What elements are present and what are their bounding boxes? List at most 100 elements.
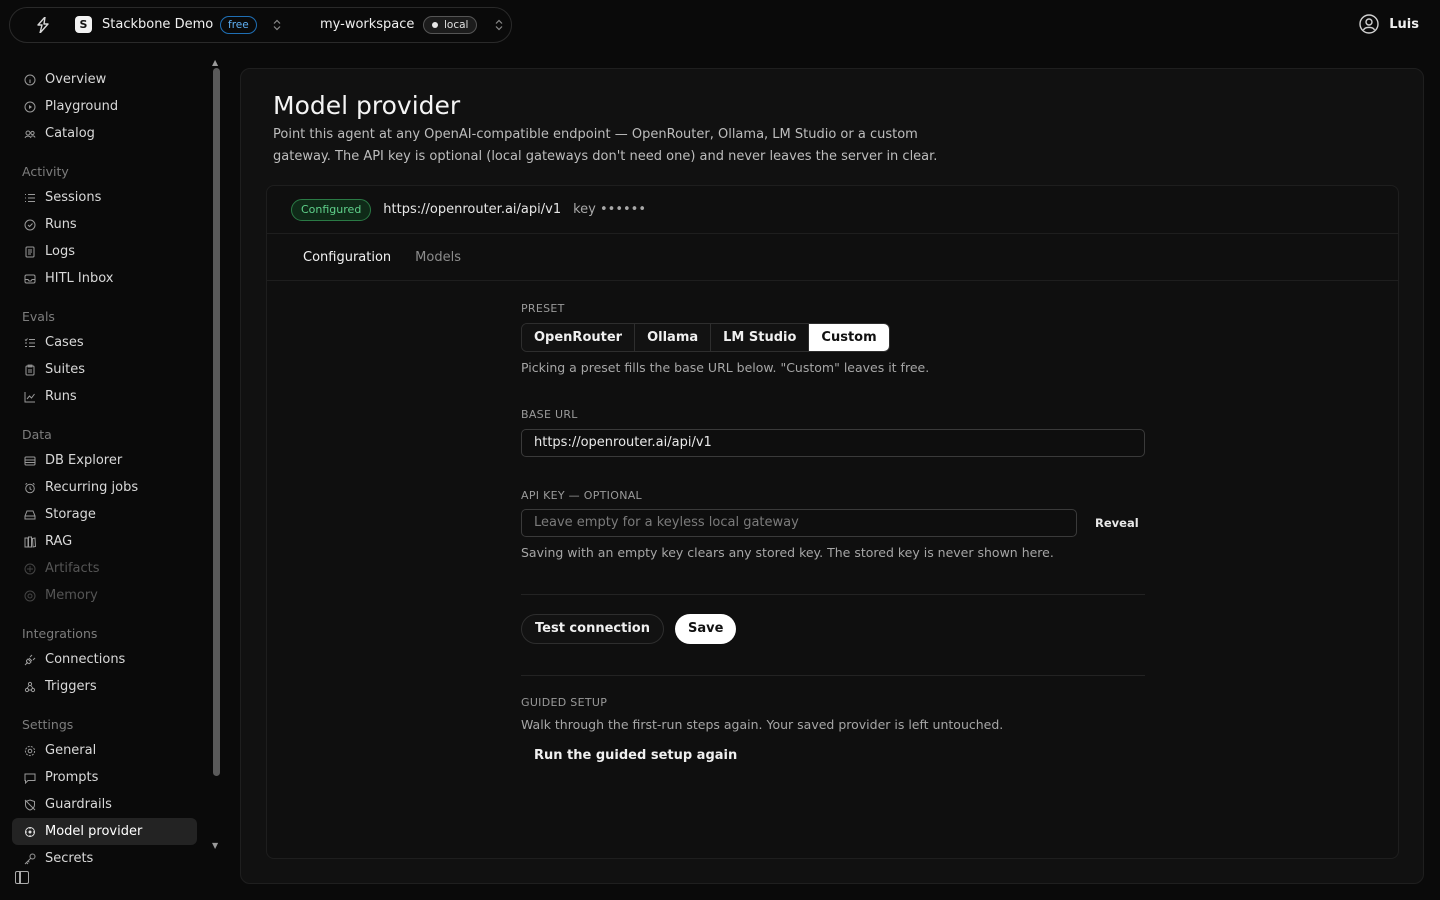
inbox-icon [24, 273, 36, 285]
sidebar-item-label: Connections [45, 652, 126, 667]
nav-section-data: Data DB Explorer Recurring jobs Storage … [12, 424, 202, 609]
nav-section-evals: Evals Cases Suites Runs [12, 306, 202, 410]
list-icon [24, 192, 36, 204]
plan-badge: free [220, 16, 257, 34]
preset-label: PRESET [521, 302, 565, 315]
sidebar-item-triggers[interactable]: Triggers [12, 673, 197, 700]
save-button[interactable]: Save [674, 614, 737, 644]
sidebar-item-label: Recurring jobs [45, 480, 139, 495]
file-text-icon [24, 246, 36, 258]
nav-section-activity: Activity Sessions Runs Logs HITL Inbox [12, 161, 202, 292]
workspace-switcher-chevron-icon[interactable] [494, 19, 504, 31]
sidebar-item-prompts[interactable]: Prompts [12, 764, 197, 791]
sidebar-item-sessions[interactable]: Sessions [12, 184, 197, 211]
sidebar-item-guardrails[interactable]: Guardrails [12, 791, 197, 818]
sidebar-item-suites[interactable]: Suites [12, 356, 197, 383]
nav-section-integrations: Integrations Connections Triggers [12, 623, 202, 700]
preset-ollama-button[interactable]: Ollama [635, 324, 712, 351]
sidebar-item-label: DB Explorer [45, 453, 123, 468]
user-avatar-icon [1359, 14, 1379, 34]
sidebar-item-label: Cases [45, 335, 84, 350]
sidebar-scrollbar[interactable]: ▲ ▼ [212, 58, 221, 850]
brain-icon [24, 590, 36, 602]
sidebar-item-playground[interactable]: Playground [12, 93, 197, 120]
sidebar-item-label: Triggers [45, 679, 97, 694]
test-connection-button[interactable]: Test connection [521, 614, 664, 644]
form-actions: Test connection Save [521, 614, 1145, 644]
user-name: Luis [1389, 16, 1419, 32]
scroll-up-arrow-icon[interactable]: ▲ [212, 58, 218, 67]
plug-icon [24, 654, 36, 666]
sidebar-item-storage[interactable]: Storage [12, 501, 197, 528]
sidebar-item-secrets[interactable]: Secrets [12, 845, 197, 872]
user-menu[interactable]: Luis [1359, 14, 1419, 34]
workspace-name[interactable]: my-workspace [320, 17, 414, 32]
sidebar-item-catalog[interactable]: Catalog [12, 120, 197, 147]
org-name[interactable]: Stackbone Demo [102, 17, 213, 32]
sidebar-item-rag[interactable]: RAG [12, 528, 197, 555]
table-icon [24, 455, 36, 467]
environment-badge: local [423, 16, 478, 34]
form-divider [521, 594, 1145, 595]
preset-custom-button[interactable]: Custom [809, 324, 889, 351]
page-description: Point this agent at any OpenAI-compatibl… [273, 127, 938, 164]
api-key-input[interactable]: Leave empty for a keyless local gateway [521, 509, 1077, 537]
main-panel: Model provider Point this agent at any O… [240, 68, 1424, 884]
configured-url: https://openrouter.ai/api/v1 [383, 202, 562, 217]
sidebar-item-label: Catalog [45, 126, 95, 141]
gear-icon [24, 745, 36, 757]
sidebar-item-label: Runs [45, 217, 77, 232]
sidebar-item-recurring-jobs[interactable]: Recurring jobs [12, 474, 197, 501]
api-key-hint: Saving with an empty key clears any stor… [521, 545, 1054, 560]
preset-lm-studio-button[interactable]: LM Studio [711, 324, 810, 351]
api-key-row: Leave empty for a keyless local gateway … [521, 509, 1145, 537]
environment-dot-icon [432, 22, 438, 28]
sidebar-item-label: HITL Inbox [45, 271, 114, 286]
line-chart-icon [24, 391, 36, 403]
org-switcher-chevron-icon[interactable] [272, 19, 282, 31]
books-icon [24, 536, 36, 548]
base-url-input[interactable]: https://openrouter.ai/api/v1 [521, 429, 1145, 457]
sidebar-item-cases[interactable]: Cases [12, 329, 197, 356]
app-logo-icon[interactable] [36, 17, 50, 33]
provider-card: Configured https://openrouter.ai/api/v1 … [266, 185, 1399, 859]
configured-key: key •••••• [573, 202, 647, 217]
preset-openrouter-button[interactable]: OpenRouter [522, 324, 636, 351]
sidebar-item-hitl-inbox[interactable]: HITL Inbox [12, 265, 197, 292]
sidebar-item-label: Storage [45, 507, 96, 522]
sidebar-item-runs[interactable]: Runs [12, 211, 197, 238]
sidebar-item-eval-runs[interactable]: Runs [12, 383, 197, 410]
sidebar-item-general[interactable]: General [12, 737, 197, 764]
checklist-icon [24, 337, 36, 349]
api-key-label: API KEY — OPTIONAL [521, 489, 642, 502]
reveal-key-button[interactable]: Reveal [1095, 516, 1139, 530]
workspace-switcher-bar: S Stackbone Demo free my-workspace local [9, 7, 512, 43]
scroll-down-arrow-icon[interactable]: ▼ [212, 841, 218, 850]
sidebar-item-label: Prompts [45, 770, 99, 785]
sidebar-item-label: Suites [45, 362, 85, 377]
sidebar-item-label: Logs [45, 244, 75, 259]
tab-configuration[interactable]: Configuration [303, 250, 391, 265]
sidebar-item-overview[interactable]: Overview [12, 66, 197, 93]
sidebar: Overview Playground Catalog Activity Ses… [12, 66, 202, 872]
tab-models[interactable]: Models [415, 250, 461, 265]
section-label-evals: Evals [22, 309, 55, 324]
run-guided-setup-button[interactable]: Run the guided setup again [534, 748, 1145, 763]
scrollbar-thumb[interactable] [213, 68, 220, 776]
sidebar-item-label: Guardrails [45, 797, 112, 812]
org-avatar: S [75, 16, 92, 33]
provider-status-row: Configured https://openrouter.ai/api/v1 … [267, 186, 1398, 234]
sidebar-item-label: Artifacts [45, 561, 100, 576]
webhook-icon [24, 681, 36, 693]
sidebar-item-connections[interactable]: Connections [12, 646, 197, 673]
sidebar-toggle-icon[interactable] [15, 871, 29, 884]
sidebar-item-logs[interactable]: Logs [12, 238, 197, 265]
sidebar-item-db-explorer[interactable]: DB Explorer [12, 447, 197, 474]
sidebar-item-label: Overview [45, 72, 107, 87]
environment-label: local [444, 19, 469, 31]
guided-setup-label: GUIDED SETUP [521, 696, 608, 709]
preset-hint: Picking a preset fills the base URL belo… [521, 360, 930, 375]
sidebar-item-model-provider[interactable]: Model provider [12, 818, 197, 845]
sidebar-item-label: Runs [45, 389, 77, 404]
clock-check-icon [24, 219, 36, 231]
